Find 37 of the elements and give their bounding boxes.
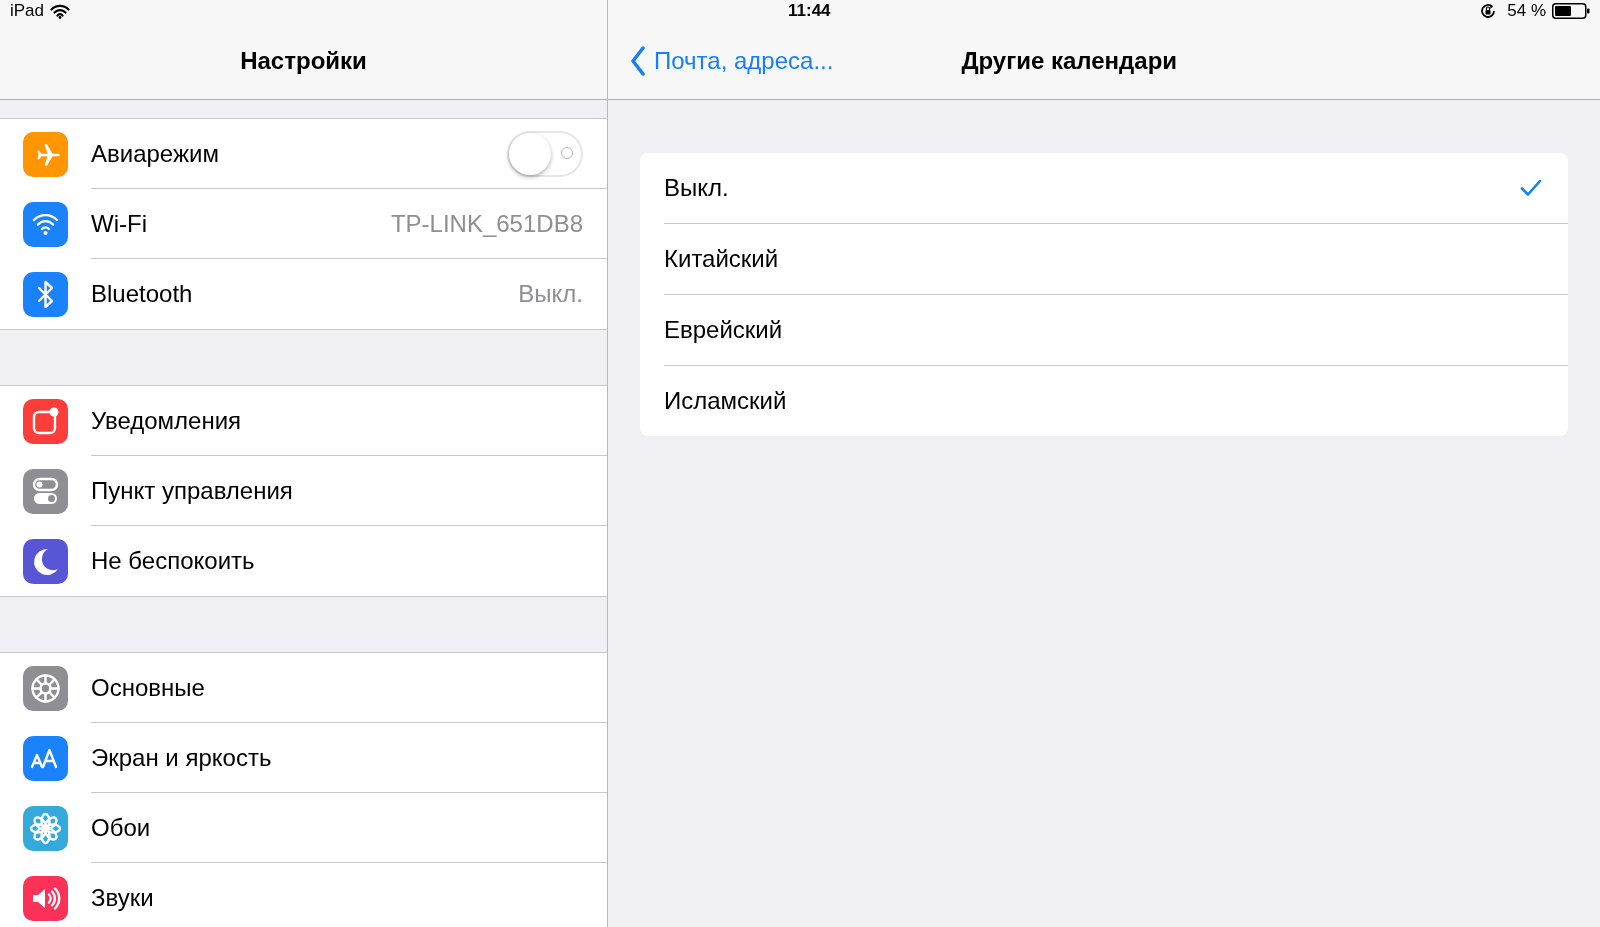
row-label: Уведомления bbox=[91, 406, 243, 435]
row-label: Основные bbox=[91, 673, 206, 702]
rotation-lock-icon bbox=[1479, 2, 1498, 20]
row-label: Обои bbox=[91, 813, 152, 842]
back-button[interactable]: Почта, адреса... bbox=[630, 45, 834, 76]
settings-row[interactable]: Пункт управления bbox=[0, 456, 607, 526]
row-label: Не беспокоить bbox=[91, 547, 256, 575]
nav-title: Настройки bbox=[240, 46, 367, 75]
wifi-signal-icon bbox=[50, 3, 71, 19]
calendar-option[interactable]: Выкл. bbox=[664, 153, 1568, 224]
settings-row[interactable]: Wi-Fi TP-LINK_651DB8 bbox=[0, 189, 607, 259]
toggle-switch[interactable] bbox=[507, 130, 583, 177]
row-label: Пункт управления bbox=[91, 476, 294, 505]
row-value: TP-LINK_651DB8 bbox=[390, 209, 583, 238]
settings-row[interactable]: Не беспокоить bbox=[0, 526, 607, 596]
calendar-option[interactable]: Исламский bbox=[664, 366, 1568, 436]
row-label: Wi-Fi bbox=[91, 209, 148, 238]
nav-title: Другие календари bbox=[961, 46, 1178, 75]
device-name: iPad bbox=[10, 1, 45, 21]
settings-row[interactable]: Авиарежим bbox=[0, 119, 607, 189]
battery-icon bbox=[1552, 2, 1590, 20]
status-time: 11:44 bbox=[788, 1, 831, 21]
row-label: Bluetooth bbox=[91, 280, 194, 308]
settings-row[interactable]: Экран и яркость bbox=[0, 723, 607, 793]
chevron-left-icon bbox=[630, 45, 646, 76]
row-label: Экран и яркость bbox=[91, 743, 273, 772]
calendar-option[interactable]: Еврейский bbox=[664, 295, 1568, 366]
settings-row[interactable]: Уведомления bbox=[0, 386, 607, 456]
settings-row[interactable]: Обои bbox=[0, 793, 607, 863]
row-value: Выкл. bbox=[518, 280, 583, 308]
settings-row[interactable]: Bluetooth Выкл. bbox=[0, 259, 607, 329]
calendar-option[interactable]: Китайский bbox=[664, 224, 1568, 295]
settings-row[interactable]: Звуки bbox=[0, 863, 607, 927]
settings-row[interactable]: Основные bbox=[0, 653, 607, 723]
row-label: Авиарежим bbox=[91, 139, 220, 168]
battery-percent: 54 % bbox=[1507, 1, 1546, 21]
row-label: Звуки bbox=[91, 884, 155, 912]
